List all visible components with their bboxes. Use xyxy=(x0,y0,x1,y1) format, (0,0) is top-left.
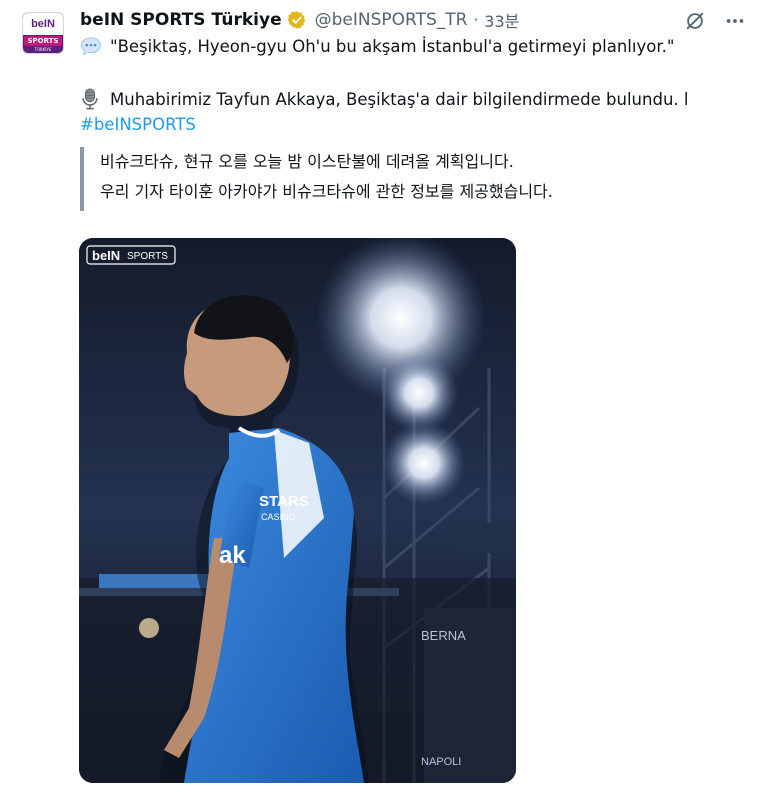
tweet-line-1: "Beşiktaş, Hyeon-gyu Oh'u bu akşam İstan… xyxy=(80,36,674,56)
svg-text:ak: ak xyxy=(219,542,246,569)
verified-badge-icon xyxy=(287,10,307,30)
translation-line-1: 비슈크타슈, 현규 오를 오늘 밤 이스탄불에 데려올 계획입니다. xyxy=(100,152,514,171)
svg-text:beIN: beIN xyxy=(92,248,120,263)
avatar[interactable]: beIN SPORTS TÜRKİYE xyxy=(22,12,64,54)
svg-text:SPORTS: SPORTS xyxy=(127,251,168,262)
tweet-header: beIN SPORTS Türkiye @beINSPORTS_TR · 33분 xyxy=(80,6,746,34)
display-name[interactable]: beIN SPORTS Türkiye xyxy=(80,10,282,30)
tweet-text-reporter: Muhabirimiz Tayfun Akkaya, Beşiktaş'a da… xyxy=(110,89,689,109)
avatar-logo-text: beIN xyxy=(31,18,55,30)
avatar-logo: beIN xyxy=(23,13,63,35)
tweet-photo[interactable]: BERNA NAPOLI ak STARS CASINO beIN SPORTS xyxy=(79,238,516,783)
tweet-line-2: Muhabirimiz Tayfun Akkaya, Beşiktaş'a da… xyxy=(80,88,688,110)
avatar-sub-text: SPORTS xyxy=(24,36,62,46)
handle[interactable]: @beINSPORTS_TR xyxy=(315,10,468,30)
timestamp[interactable]: 33분 xyxy=(484,8,519,32)
stand-text-2: NAPOLI xyxy=(421,756,461,768)
hashtag-link[interactable]: #beINSPORTS xyxy=(80,115,196,134)
header-actions xyxy=(684,10,746,36)
tweet-text-quote: "Beşiktaş, Hyeon-gyu Oh'u bu akşam İstan… xyxy=(110,36,675,56)
speech-bubble-icon xyxy=(80,36,104,56)
svg-text:STARS: STARS xyxy=(259,493,309,510)
avatar-country-text: TÜRKİYE xyxy=(34,47,52,52)
more-options-icon[interactable] xyxy=(724,10,746,36)
microphone-icon xyxy=(80,88,104,110)
svg-text:CASINO: CASINO xyxy=(261,512,296,522)
tweet-line-3: #beINSPORTS xyxy=(80,115,196,134)
translation-block: 비슈크타슈, 현규 오를 오늘 밤 이스탄불에 데려올 계획입니다. 우리 기자… xyxy=(80,147,553,211)
jersey-text: ak xyxy=(219,542,246,569)
stand-text-1: BERNA xyxy=(421,628,466,643)
svg-text:BERNA: BERNA xyxy=(421,628,466,643)
separator-dot: · xyxy=(473,11,479,29)
grok-icon[interactable] xyxy=(684,10,706,36)
translation-line-2: 우리 기자 타이훈 아카야가 비슈크타슈에 관한 정보를 제공했습니다. xyxy=(100,182,553,201)
svg-text:NAPOLI: NAPOLI xyxy=(421,756,461,768)
